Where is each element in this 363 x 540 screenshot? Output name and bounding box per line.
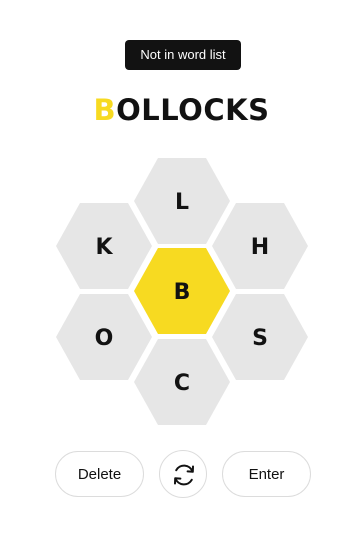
hive-cell-lower-right[interactable]: S [212,294,308,380]
hive-cell-upper-left-shape[interactable] [56,203,152,289]
hive-cell-center-shape[interactable] [134,248,230,334]
hive-cell-bottom-shape[interactable] [134,339,230,425]
hive-cell-lower-right-shape[interactable] [212,294,308,380]
hive-cell-top[interactable]: L [134,158,230,244]
hive-cell-upper-right[interactable]: H [212,203,308,289]
hive-cell-top-shape[interactable] [134,158,230,244]
enter-button[interactable]: Enter [222,451,311,497]
shuffle-icon [174,464,194,486]
hive-cell-lower-left-shape[interactable] [56,294,152,380]
hive-cell-upper-left[interactable]: K [56,203,152,289]
hive-cell-center[interactable]: B [134,248,230,334]
delete-button[interactable]: Delete [55,451,144,497]
hive-cell-upper-right-shape[interactable] [212,203,308,289]
hive-cell-bottom[interactable]: C [134,339,230,425]
shuffle-button[interactable] [159,450,207,498]
hive-cell-lower-left[interactable]: O [56,294,152,380]
